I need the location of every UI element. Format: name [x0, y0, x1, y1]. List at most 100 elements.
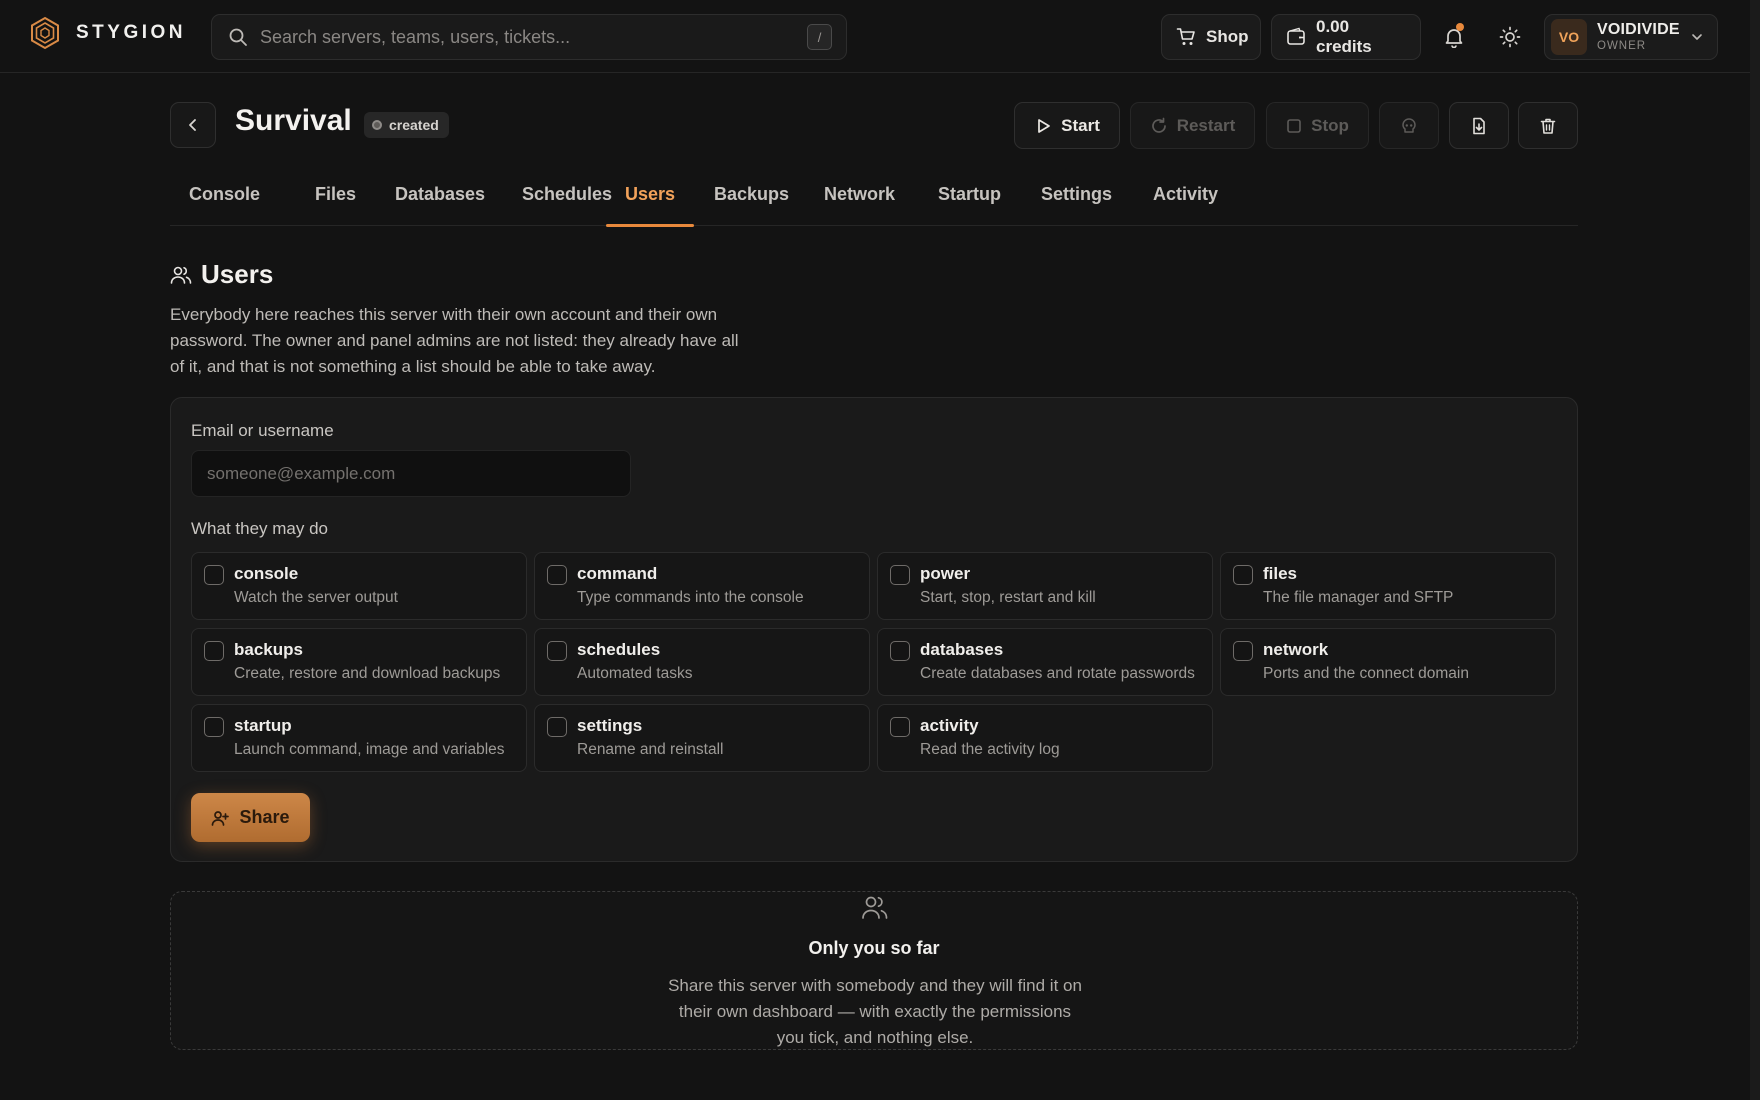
share-button[interactable]: Share [191, 793, 310, 842]
empty-state-title: Only you so far [808, 938, 940, 958]
notification-dot [1456, 23, 1464, 31]
permission-checkbox[interactable] [547, 641, 567, 661]
permission-name: backups [234, 640, 303, 659]
user-plus-icon [211, 809, 230, 827]
permission-checkbox[interactable] [204, 717, 224, 737]
tab-users[interactable]: Users [606, 172, 695, 227]
users-icon [170, 264, 192, 286]
permission-description: Automated tasks [577, 665, 693, 682]
permission-description: Read the activity log [920, 741, 1060, 758]
permission-name: command [577, 564, 658, 583]
tab-settings[interactable]: Settings [1022, 172, 1131, 226]
permission-description: Launch command, image and variables [234, 741, 505, 758]
status-badge: created [364, 112, 449, 138]
restart-button[interactable]: Restart [1130, 102, 1255, 149]
start-button[interactable]: Start [1014, 102, 1120, 149]
permission-network[interactable]: network Ports and the connect domain [1220, 628, 1556, 696]
delete-button[interactable] [1518, 102, 1578, 149]
shop-button[interactable]: Shop [1161, 14, 1261, 60]
kill-button[interactable] [1379, 102, 1439, 149]
start-label: Start [1061, 115, 1100, 135]
status-dot [372, 120, 382, 130]
permission-command[interactable]: command Type commands into the console [534, 552, 870, 620]
brand[interactable]: STYGION [30, 16, 186, 50]
permission-checkbox[interactable] [547, 565, 567, 585]
permission-description: Create, restore and download backups [234, 665, 501, 682]
tab-files[interactable]: Files [296, 172, 375, 226]
section-description: Everybody here reaches this server with … [170, 305, 739, 376]
stygion-logo-icon [30, 16, 60, 50]
back-button[interactable] [170, 102, 216, 148]
stop-label: Stop [1311, 115, 1349, 135]
search-icon [228, 27, 248, 47]
permissions-label: What they may do [191, 519, 329, 538]
tab-startup[interactable]: Startup [919, 172, 1020, 226]
status-label: created [389, 117, 439, 133]
permission-name: console [234, 564, 299, 583]
avatar: VO [1551, 19, 1587, 55]
permission-name: settings [577, 716, 643, 735]
tab-console[interactable]: Console [170, 172, 279, 226]
tab-network[interactable]: Network [805, 172, 914, 226]
permission-checkbox[interactable] [890, 565, 910, 585]
top-bar: STYGION / Shop 0.00 credits [0, 0, 1750, 73]
permission-power[interactable]: power Start, stop, restart and kill [877, 552, 1213, 620]
user-name: VOIDIVIDE [1597, 20, 1680, 38]
users-icon [861, 892, 889, 940]
file-download-icon [1470, 117, 1488, 135]
page-scrollbar[interactable] [1750, 0, 1760, 1100]
permission-schedules[interactable]: schedules Automated tasks [534, 628, 870, 696]
permission-checkbox[interactable] [1233, 565, 1253, 585]
server-tabs: Console Files Databases Schedules Users … [170, 172, 1578, 227]
email-label: Email or username [191, 421, 334, 440]
sun-icon [1499, 26, 1521, 48]
trash-icon [1539, 117, 1557, 135]
restart-label: Restart [1176, 115, 1236, 135]
permission-name: network [1263, 640, 1329, 659]
permission-startup[interactable]: startup Launch command, image and variab… [191, 704, 527, 772]
permission-backups[interactable]: backups Create, restore and download bac… [191, 628, 527, 696]
theme-toggle[interactable] [1491, 18, 1529, 56]
permission-name: startup [234, 716, 292, 735]
tab-backups[interactable]: Backups [695, 172, 808, 226]
permission-settings[interactable]: settings Rename and reinstall [534, 704, 870, 772]
wallet-icon [1286, 27, 1306, 47]
stop-button[interactable]: Stop [1266, 102, 1369, 149]
credits-button[interactable]: 0.00 credits [1271, 14, 1421, 60]
permission-checkbox[interactable] [890, 717, 910, 737]
permission-description: Start, stop, restart and kill [920, 589, 1096, 606]
empty-state-description: Share this server with somebody and they… [668, 976, 1082, 1047]
tab-activity[interactable]: Activity [1134, 172, 1237, 226]
tab-databases[interactable]: Databases [376, 172, 504, 226]
permission-checkbox[interactable] [890, 641, 910, 661]
brand-name: STYGION [76, 22, 187, 43]
notifications-button[interactable] [1435, 18, 1473, 56]
permission-files[interactable]: files The file manager and SFTP [1220, 552, 1556, 620]
permission-checkbox[interactable] [204, 565, 224, 585]
permission-description: Watch the server output [234, 589, 398, 606]
chevron-down-icon [1690, 30, 1704, 44]
permission-databases[interactable]: databases Create databases and rotate pa… [877, 628, 1213, 696]
permission-checkbox[interactable] [204, 641, 224, 661]
section-title: Users [170, 259, 273, 290]
permission-description: Type commands into the console [577, 589, 804, 606]
permission-console[interactable]: console Watch the server output [191, 552, 527, 620]
permission-description: The file manager and SFTP [1263, 589, 1454, 606]
permission-name: databases [920, 640, 1004, 659]
permission-description: Rename and reinstall [577, 741, 724, 758]
page-title: Survival [235, 104, 352, 137]
permission-checkbox[interactable] [1233, 641, 1253, 661]
download-button[interactable] [1449, 102, 1509, 149]
restart-icon [1150, 117, 1168, 135]
permission-checkbox[interactable] [547, 717, 567, 737]
permission-name: activity [920, 716, 979, 735]
permission-activity[interactable]: activity Read the activity log [877, 704, 1213, 772]
skull-icon [1400, 117, 1418, 135]
chevron-left-icon [185, 117, 201, 133]
search-input[interactable] [260, 15, 807, 59]
user-menu[interactable]: VO VOIDIVIDE OWNER [1544, 14, 1718, 60]
email-field[interactable] [191, 450, 631, 497]
search-shortcut-key: / [807, 24, 832, 50]
play-icon [1034, 117, 1052, 135]
share-form-card: Email or username What they may do conso… [170, 397, 1578, 862]
